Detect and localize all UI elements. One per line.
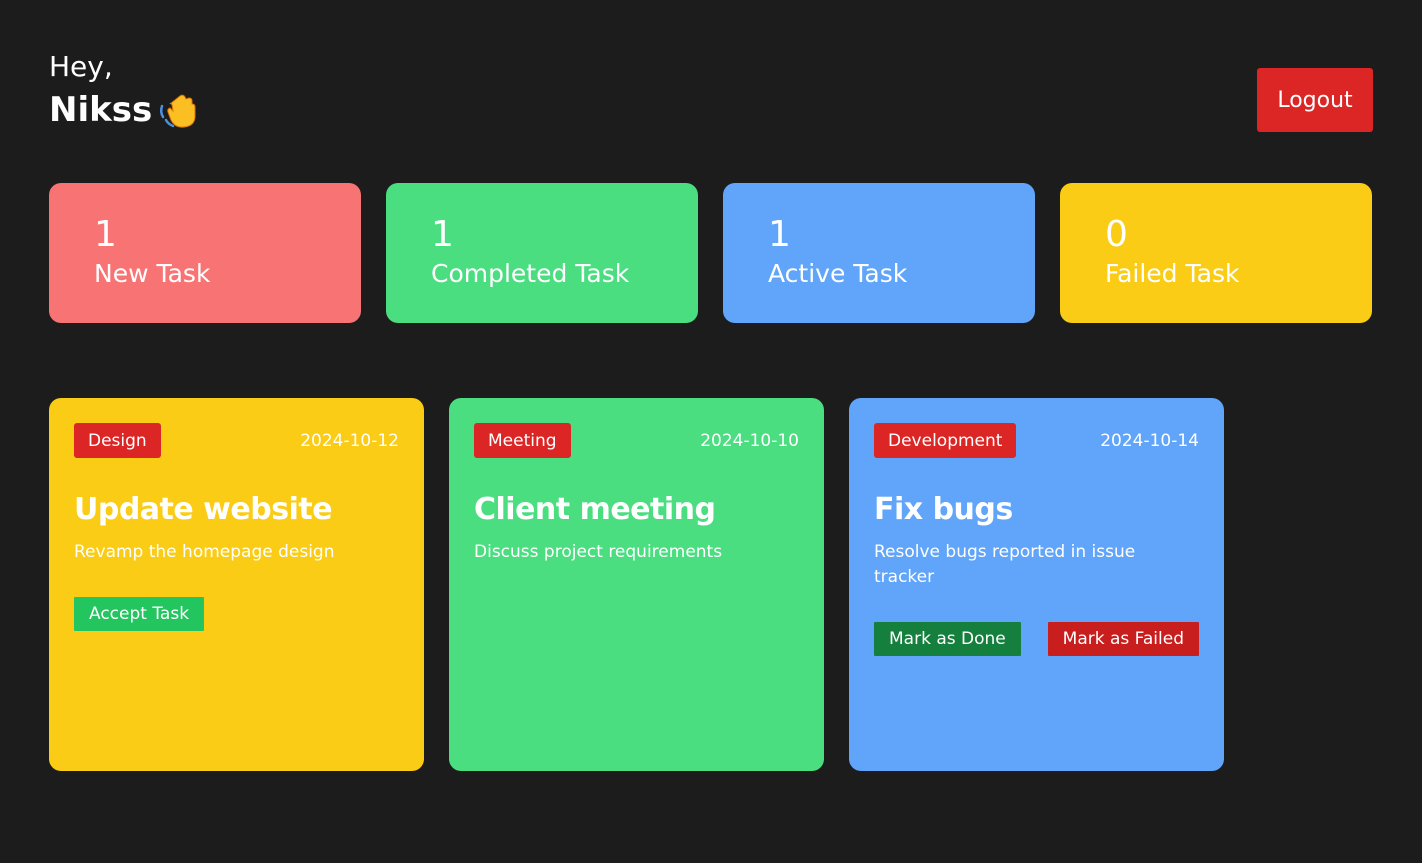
stat-label: Completed Task <box>431 259 630 288</box>
task-title: Update website <box>74 492 333 527</box>
task-actions: Mark as Done Mark as Failed <box>874 622 1199 656</box>
task-category-badge: Meeting <box>474 423 571 458</box>
stat-count: 0 <box>1105 214 1128 255</box>
stat-card-failed: 0 Failed Task <box>1060 183 1372 323</box>
task-category-badge: Development <box>874 423 1017 458</box>
task-title: Client meeting <box>474 492 716 527</box>
mark-as-done-button[interactable]: Mark as Done <box>874 622 1021 656</box>
stat-count: 1 <box>768 214 791 255</box>
dashboard-page: Hey, Nikss Logout 1 New Task 1 Completed… <box>0 0 1422 863</box>
stat-count: 1 <box>94 214 117 255</box>
stat-count: 1 <box>431 214 454 255</box>
task-card-header: Design 2024-10-12 <box>74 423 399 458</box>
task-list: Design 2024-10-12 Update website Revamp … <box>49 398 1224 771</box>
task-card-header: Meeting 2024-10-10 <box>474 423 799 458</box>
task-description: Revamp the homepage design <box>74 542 335 562</box>
task-category-badge: Design <box>74 423 161 458</box>
stat-card-completed: 1 Completed Task <box>386 183 698 323</box>
user-name-row: Nikss <box>49 86 198 134</box>
user-name: Nikss <box>49 90 153 130</box>
task-card: Development 2024-10-14 Fix bugs Resolve … <box>849 398 1224 771</box>
task-description: Resolve bugs reported in issue tracker <box>874 542 1136 587</box>
logout-button[interactable]: Logout <box>1257 68 1373 132</box>
stat-card-new: 1 New Task <box>49 183 361 323</box>
task-date: 2024-10-12 <box>300 430 399 451</box>
waving-hand-icon <box>158 90 198 130</box>
stat-label: New Task <box>94 259 211 288</box>
task-stats: 1 New Task 1 Completed Task 1 Active Tas… <box>49 183 1373 323</box>
task-card: Design 2024-10-12 Update website Revamp … <box>49 398 424 771</box>
greeting-text: Hey, <box>49 50 113 83</box>
task-date: 2024-10-10 <box>700 430 799 451</box>
task-card-header: Development 2024-10-14 <box>874 423 1199 458</box>
mark-as-failed-button[interactable]: Mark as Failed <box>1047 622 1199 656</box>
task-description: Discuss project requirements <box>474 542 723 562</box>
greeting: Hey, Nikss <box>49 48 198 134</box>
header: Hey, Nikss Logout <box>49 48 1373 134</box>
stat-label: Failed Task <box>1105 259 1240 288</box>
task-actions: Accept Task <box>74 597 399 631</box>
task-title: Fix bugs <box>874 492 1013 527</box>
stat-card-active: 1 Active Task <box>723 183 1035 323</box>
task-card: Meeting 2024-10-10 Client meeting Discus… <box>449 398 824 771</box>
stat-label: Active Task <box>768 259 908 288</box>
task-date: 2024-10-14 <box>1100 430 1199 451</box>
accept-task-button[interactable]: Accept Task <box>74 597 205 631</box>
